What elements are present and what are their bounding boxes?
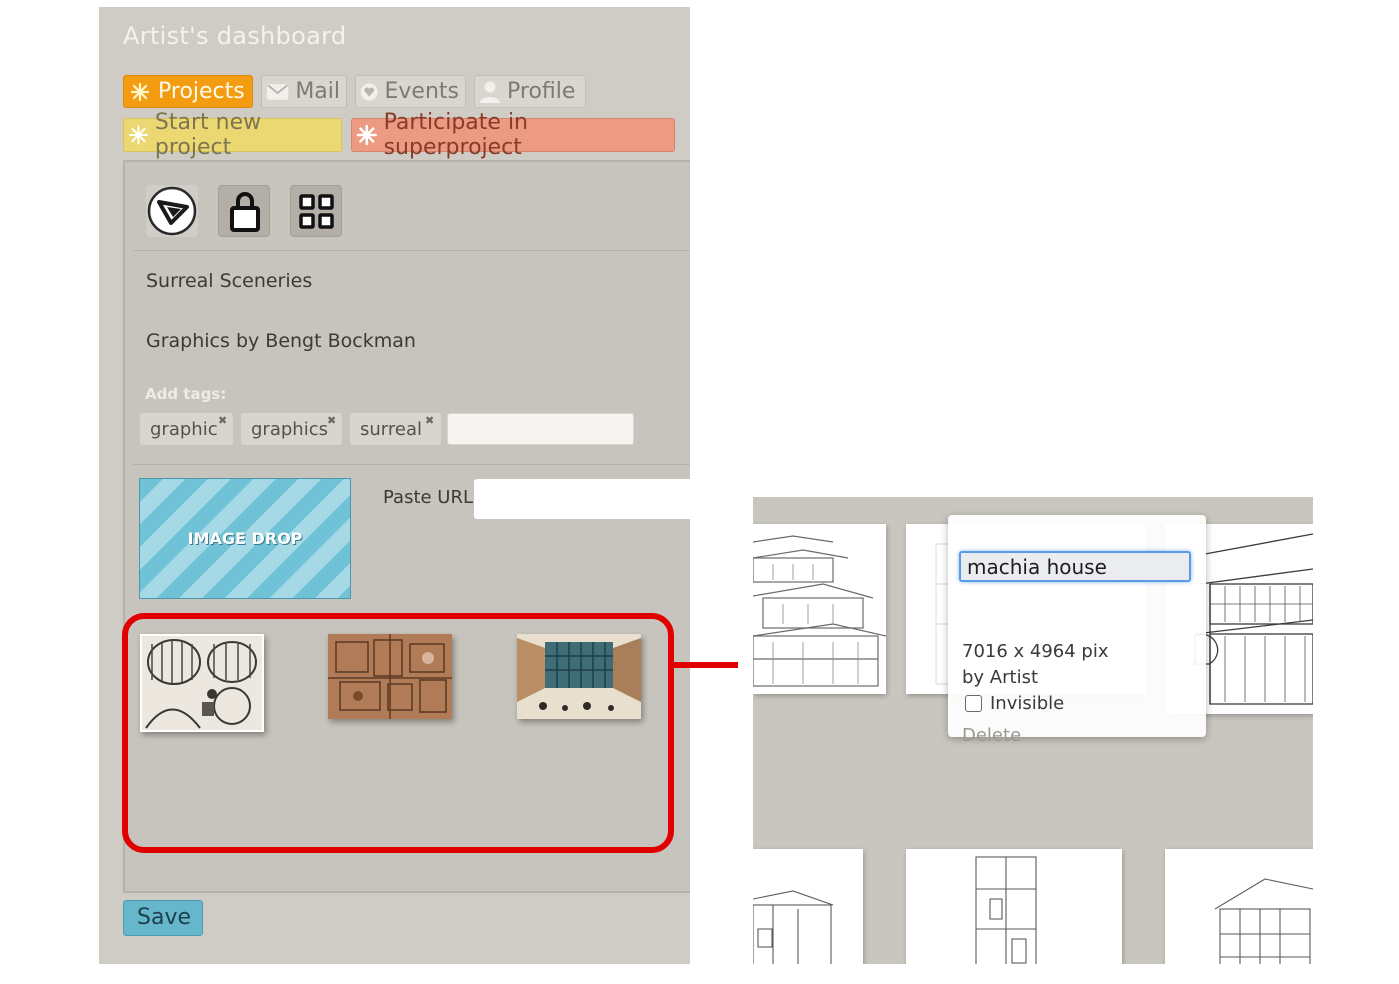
tab-events-label: Events xyxy=(384,79,460,104)
project-description[interactable]: Graphics by Bengt Bockman xyxy=(146,330,416,352)
tower-sketch-image xyxy=(975,856,1037,964)
grid-tool-button[interactable] xyxy=(290,185,342,237)
tab-mail[interactable]: Mail xyxy=(261,75,347,108)
lock-icon xyxy=(230,192,260,232)
person-icon xyxy=(480,81,500,103)
start-new-project-button[interactable]: Start new project xyxy=(123,110,342,160)
house-sketch-image xyxy=(753,890,834,964)
lock-tool-button[interactable] xyxy=(218,185,270,237)
remove-tag-icon[interactable]: ✖ xyxy=(425,414,434,427)
highlight-frame xyxy=(122,613,674,853)
tag-chip: graphic ✖ xyxy=(140,413,233,445)
sparkle-icon xyxy=(128,125,148,145)
invisible-toggle[interactable]: Invisible xyxy=(965,693,1064,714)
tab-projects-label: Projects xyxy=(158,79,245,104)
image-card[interactable] xyxy=(753,849,863,964)
play-icon xyxy=(147,186,197,236)
participate-superproject-label: Participate in superproject xyxy=(383,110,529,160)
envelope-icon xyxy=(266,83,289,100)
paste-url-input[interactable] xyxy=(474,479,690,519)
sparkle-icon xyxy=(356,124,377,146)
tag-input[interactable] xyxy=(447,413,634,445)
paste-url-label: Paste URL xyxy=(383,487,474,508)
highlight-connector xyxy=(674,662,738,668)
tab-mail-label: Mail xyxy=(295,79,340,104)
tag-chip: graphics ✖ xyxy=(241,413,342,445)
zoomed-thumbnail-editor: 7016 x 4964 pix by Artist Invisible Dele… xyxy=(753,497,1313,964)
remove-tag-icon[interactable]: ✖ xyxy=(218,414,227,427)
divider xyxy=(133,250,690,251)
image-author: by Artist xyxy=(962,667,1039,688)
image-card[interactable] xyxy=(906,849,1122,964)
save-button[interactable]: Save xyxy=(123,900,203,936)
tab-profile[interactable]: Profile xyxy=(474,75,586,108)
image-drop-label: IMAGE DROP xyxy=(187,529,303,548)
tab-events[interactable]: Events xyxy=(355,75,466,108)
tab-profile-label: Profile xyxy=(507,79,576,104)
tag-label: surreal xyxy=(360,419,422,440)
tab-projects[interactable]: Projects xyxy=(123,75,253,108)
tag-label: graphics xyxy=(251,419,328,440)
image-card[interactable] xyxy=(753,524,886,694)
castle-sketch-image xyxy=(753,535,886,687)
image-title-input[interactable] xyxy=(959,551,1191,582)
participate-superproject-button[interactable]: Participate in superproject xyxy=(351,110,675,160)
grid-icon xyxy=(299,194,334,229)
delete-link[interactable]: Delete xyxy=(962,725,1021,746)
remove-tag-icon[interactable]: ✖ xyxy=(327,414,336,427)
publish-tool-button[interactable] xyxy=(146,185,198,237)
project-title[interactable]: Surreal Sceneries xyxy=(146,270,312,292)
invisible-label: Invisible xyxy=(990,693,1065,714)
image-drop-zone[interactable]: IMAGE DROP xyxy=(139,478,351,599)
invisible-checkbox[interactable] xyxy=(965,695,982,712)
divider xyxy=(133,464,690,465)
dashboard-title: Artist's dashboard xyxy=(123,22,347,50)
image-card[interactable] xyxy=(1165,849,1313,964)
shed-sketch-image xyxy=(1214,878,1313,964)
add-tags-label: Add tags: xyxy=(145,385,227,403)
image-dimensions: 7016 x 4964 pix xyxy=(962,641,1109,662)
heart-badge-icon xyxy=(360,83,378,100)
image-details-popup: 7016 x 4964 pix by Artist Invisible Dele… xyxy=(948,515,1206,746)
sparkle-icon xyxy=(130,82,150,101)
start-new-project-label: Start new project xyxy=(154,110,262,160)
tag-label: graphic xyxy=(150,419,218,440)
tag-chip: surreal ✖ xyxy=(350,413,441,445)
